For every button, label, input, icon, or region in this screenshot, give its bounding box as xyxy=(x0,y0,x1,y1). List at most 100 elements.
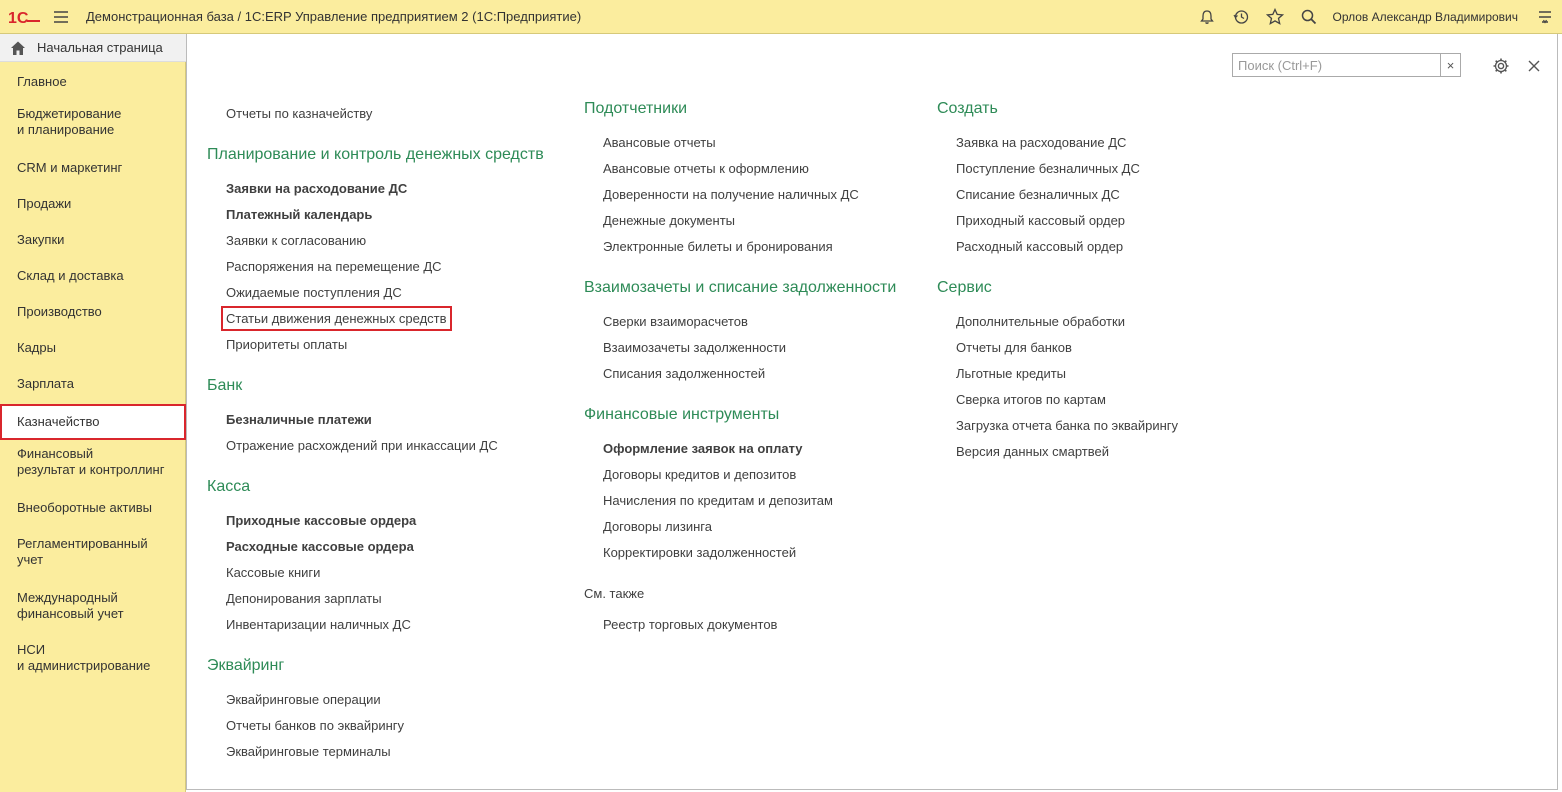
sidebar-item-label: CRM и маркетинг xyxy=(17,160,123,175)
nav-link[interactable]: Корректировки задолженностей xyxy=(603,545,796,560)
group-title: Подотчетники xyxy=(584,100,687,117)
top-bar: 1С Демонстрационная база / 1С:ERP Управл… xyxy=(0,0,1562,34)
gear-icon[interactable] xyxy=(1490,55,1512,77)
sidebar-item-label: Продажи xyxy=(17,196,72,211)
sidebar-item[interactable]: Бюджетирование и планирование xyxy=(0,100,186,144)
close-icon[interactable] xyxy=(1523,55,1545,77)
nav-link[interactable]: Статьи движения денежных средств xyxy=(221,306,452,331)
sidebar-item[interactable]: Внеоборотные активы xyxy=(0,494,186,522)
1c-logo[interactable]: 1С xyxy=(4,0,44,34)
sidebar-item-label: Бюджетирование и планирование xyxy=(17,106,122,137)
settings-menu-icon[interactable] xyxy=(1528,0,1562,34)
sidebar-item-label: Международный финансовый учет xyxy=(17,590,124,621)
sidebar-item-label: Склад и доставка xyxy=(17,268,124,283)
sidebar-item-label: Казначейство xyxy=(17,414,100,429)
nav-link[interactable]: Авансовые отчеты к оформлению xyxy=(603,161,809,176)
sidebar-item[interactable]: Кадры xyxy=(0,334,186,362)
nav-link[interactable]: Списание безналичных ДС xyxy=(956,187,1120,202)
nav-link[interactable]: Эквайринговые терминалы xyxy=(226,744,391,759)
main-menu-icon[interactable] xyxy=(48,0,74,34)
sidebar-item-label: Закупки xyxy=(17,232,65,247)
nav-link[interactable]: Приоритеты оплаты xyxy=(226,337,347,352)
nav-link[interactable]: Льготные кредиты xyxy=(956,366,1066,381)
nav-link[interactable]: Платежный календарь xyxy=(226,207,372,222)
sidebar-item[interactable]: Продажи xyxy=(0,190,186,218)
sidebar-item-label: Зарплата xyxy=(17,376,74,391)
nav-link[interactable]: Начисления по кредитам и депозитам xyxy=(603,493,833,508)
nav-link[interactable]: Инвентаризации наличных ДС xyxy=(226,617,411,632)
search-icon[interactable] xyxy=(1292,0,1326,34)
group-title: Сервис xyxy=(937,279,992,296)
nav-link[interactable]: Приходные кассовые ордера xyxy=(226,513,416,528)
group-title: Финансовые инструменты xyxy=(584,406,780,423)
sidebar-item[interactable]: Казначейство xyxy=(0,404,186,440)
history-icon[interactable] xyxy=(1224,0,1258,34)
sidebar-item-label: Внеоборотные активы xyxy=(17,500,153,515)
group-title: Касса xyxy=(207,478,251,495)
search-input[interactable] xyxy=(1233,57,1438,73)
nav-link[interactable]: Депонирования зарплаты xyxy=(226,591,382,606)
nav-link[interactable]: Сверки взаиморасчетов xyxy=(603,314,748,329)
sidebar-item[interactable]: Склад и доставка xyxy=(0,262,186,290)
group-title: См. также xyxy=(584,586,645,601)
sidebar-item[interactable]: Производство xyxy=(0,298,186,326)
search-field[interactable]: × xyxy=(1232,53,1461,77)
group-title: Создать xyxy=(937,100,998,117)
user-name[interactable]: Орлов Александр Владимирович xyxy=(1332,10,1518,24)
nav-link[interactable]: Поступление безналичных ДС xyxy=(956,161,1140,176)
nav-link[interactable]: Сверка итогов по картам xyxy=(956,392,1106,407)
nav-link[interactable]: Оформление заявок на оплату xyxy=(603,441,803,456)
nav-link[interactable]: Доверенности на получение наличных ДС xyxy=(603,187,859,202)
sidebar-item-home[interactable]: Начальная страница xyxy=(0,34,186,62)
sidebar-item[interactable]: Финансовый результат и контроллинг xyxy=(0,440,186,484)
favorites-star-icon[interactable] xyxy=(1258,0,1292,34)
sidebar-item[interactable]: Международный финансовый учет xyxy=(0,584,186,628)
nav-link[interactable]: Реестр торговых документов xyxy=(603,617,777,632)
sidebar-item-label: Финансовый результат и контроллинг xyxy=(17,446,165,477)
nav-link[interactable]: Расходные кассовые ордера xyxy=(226,539,414,554)
nav-link[interactable]: Ожидаемые поступления ДС xyxy=(226,285,402,300)
home-icon xyxy=(11,41,25,55)
nav-link[interactable]: Загрузка отчета банка по эквайрингу xyxy=(956,418,1178,433)
sidebar-item[interactable]: CRM и маркетинг xyxy=(0,154,186,182)
nav-link[interactable]: Расходный кассовый ордер xyxy=(956,239,1123,254)
sidebar-item-label: Кадры xyxy=(17,340,56,355)
sidebar-item-label: Производство xyxy=(17,304,102,319)
nav-link[interactable]: Версия данных смартвей xyxy=(956,444,1109,459)
nav-link[interactable]: Договоры кредитов и депозитов xyxy=(603,467,796,482)
sidebar-item[interactable]: НСИ и администрирование xyxy=(0,636,186,680)
bell-icon[interactable] xyxy=(1190,0,1224,34)
nav-link[interactable]: Отчеты для банков xyxy=(956,340,1072,355)
nav-link[interactable]: Заявки на расходование ДС xyxy=(226,181,407,196)
nav-link[interactable]: Заявка на расходование ДС xyxy=(956,135,1126,150)
nav-link[interactable]: Отражение расхождений при инкассации ДС xyxy=(226,438,498,453)
nav-link[interactable]: Списания задолженностей xyxy=(603,366,765,381)
sidebar-item[interactable]: Зарплата xyxy=(0,370,186,398)
nav-link[interactable]: Взаимозачеты задолженности xyxy=(603,340,786,355)
sidebar-item[interactable]: Главное xyxy=(0,68,186,96)
nav-link[interactable]: Безналичные платежи xyxy=(226,412,372,427)
svg-text:1С: 1С xyxy=(8,10,29,26)
nav-link[interactable]: Распоряжения на перемещение ДС xyxy=(226,259,442,274)
sections-panel: Начальная страница Главное Бюджетирование… xyxy=(0,34,186,792)
nav-link[interactable]: Дополнительные обработки xyxy=(956,314,1125,329)
nav-link[interactable]: Отчеты по казначейству xyxy=(226,106,372,121)
sidebar-item[interactable]: Закупки xyxy=(0,226,186,254)
sidebar-item-label: Начальная страница xyxy=(37,40,163,55)
nav-link[interactable]: Заявки к согласованию xyxy=(226,233,366,248)
sidebar-item-label: Главное xyxy=(17,74,67,89)
sidebar-item-label: НСИ и администрирование xyxy=(17,642,151,673)
nav-link[interactable]: Договоры лизинга xyxy=(603,519,712,534)
nav-link[interactable]: Отчеты банков по эквайрингу xyxy=(226,718,404,733)
sidebar-item-label: Регламентированный учет xyxy=(17,536,148,567)
nav-link[interactable]: Эквайринговые операции xyxy=(226,692,381,707)
clear-search-button[interactable]: × xyxy=(1440,54,1460,76)
sidebar-item[interactable]: Регламентированный учет xyxy=(0,530,186,574)
nav-link[interactable]: Приходный кассовый ордер xyxy=(956,213,1125,228)
main-content: × Отчеты по казначейству Планирование и к… xyxy=(186,34,1558,790)
nav-link[interactable]: Денежные документы xyxy=(603,213,735,228)
group-title: Планирование и контроль денежных средств xyxy=(207,146,544,163)
nav-link[interactable]: Кассовые книги xyxy=(226,565,320,580)
nav-link[interactable]: Электронные билеты и бронирования xyxy=(603,239,833,254)
nav-link[interactable]: Авансовые отчеты xyxy=(603,135,716,150)
